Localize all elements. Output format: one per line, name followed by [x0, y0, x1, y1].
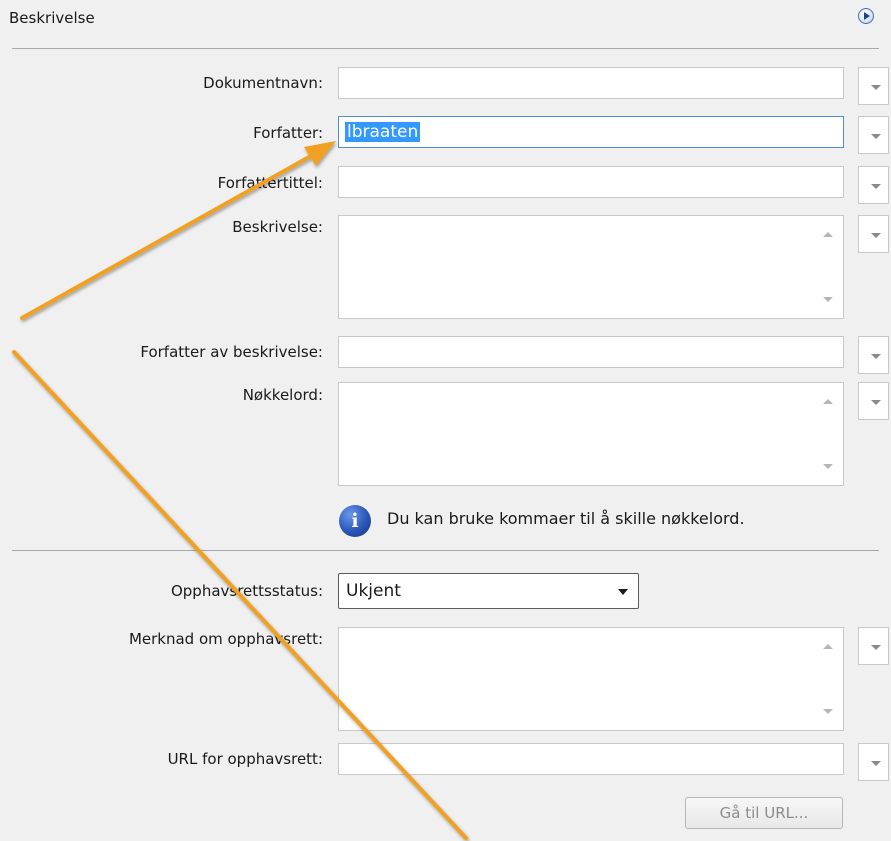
document-name-label: Dokumentnavn: [203, 74, 323, 92]
chevron-down-icon [871, 233, 881, 238]
document-name-history-button[interactable] [858, 67, 889, 105]
author-label: Forfatter: [253, 124, 323, 142]
copyright-status-value: Ukjent [346, 581, 401, 601]
description-author-field[interactable] [338, 336, 844, 368]
keywords-label: Nøkkelord: [242, 386, 323, 404]
annotation-arrowhead [304, 141, 336, 166]
scroll-down-icon[interactable] [823, 709, 833, 714]
author-title-history-button[interactable] [858, 166, 889, 204]
info-icon: i [339, 505, 371, 537]
description-author-label: Forfatter av beskrivelse: [140, 343, 323, 361]
document-name-field[interactable] [338, 67, 844, 99]
scroll-up-icon[interactable] [823, 232, 833, 237]
copyright-notice-history-button[interactable] [858, 627, 889, 665]
copyright-notice-textarea[interactable] [338, 627, 844, 731]
copyright-notice-label: Merknad om opphavsrett: [128, 630, 323, 648]
copyright-status-select[interactable]: Ukjent [338, 573, 639, 609]
copyright-url-label: URL for opphavsrett: [167, 750, 323, 768]
go-to-url-button[interactable]: Gå til URL... [685, 797, 843, 829]
scroll-down-icon[interactable] [823, 297, 833, 302]
keywords-hint: Du kan bruke kommaer til å skille nøkkel… [387, 509, 745, 528]
chevron-down-icon [871, 354, 881, 359]
copyright-url-history-button[interactable] [858, 743, 889, 781]
description-author-history-button[interactable] [858, 336, 889, 374]
chevron-down-icon [618, 589, 628, 595]
section-title: Beskrivelse [9, 9, 95, 27]
description-textarea[interactable] [338, 215, 844, 319]
chevron-down-icon [871, 645, 881, 650]
copyright-status-label: Opphavsrettsstatus: [170, 582, 323, 600]
keywords-textarea[interactable] [338, 382, 844, 486]
author-title-label: Forfattertittel: [217, 174, 323, 192]
description-label: Beskrivelse: [232, 218, 323, 236]
chevron-down-icon [871, 184, 881, 189]
section-divider [12, 48, 879, 49]
section-divider [12, 550, 879, 551]
chevron-down-icon [871, 400, 881, 405]
scroll-down-icon[interactable] [823, 464, 833, 469]
keywords-history-button[interactable] [858, 382, 889, 420]
expand-arrow-icon[interactable] [858, 8, 874, 24]
author-title-field[interactable] [338, 166, 844, 198]
scroll-up-icon[interactable] [823, 644, 833, 649]
chevron-down-icon [871, 761, 881, 766]
chevron-down-icon [871, 134, 881, 139]
description-history-button[interactable] [858, 215, 889, 253]
author-history-button[interactable] [858, 116, 889, 154]
author-field[interactable]: lbraaten [338, 116, 844, 148]
chevron-down-icon [871, 85, 881, 90]
author-value: lbraaten [345, 122, 421, 142]
scroll-up-icon[interactable] [823, 399, 833, 404]
copyright-url-field[interactable] [338, 743, 844, 775]
